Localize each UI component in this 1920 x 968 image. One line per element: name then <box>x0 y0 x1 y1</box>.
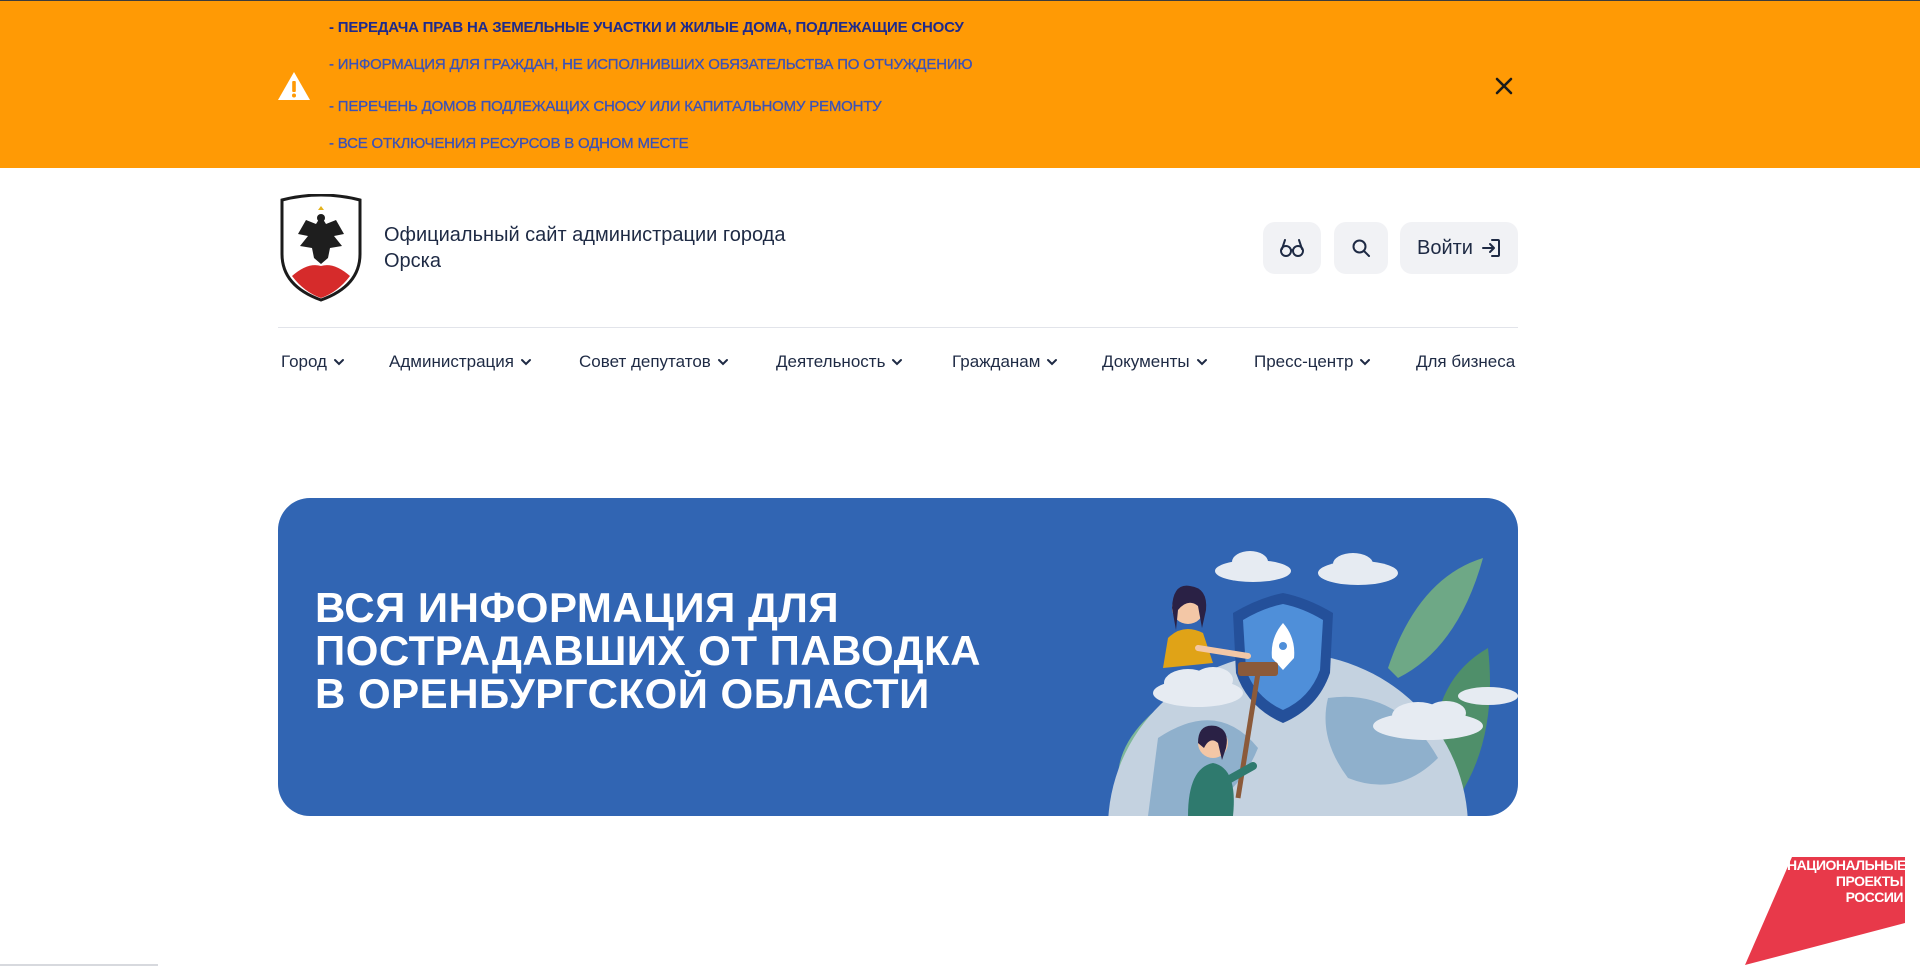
national-projects-line3: РОССИИ <box>1845 889 1904 905</box>
login-button[interactable]: Войти <box>1400 222 1518 274</box>
nav-item-press-center[interactable]: Пресс-центр <box>1254 352 1371 372</box>
nav-item-citizens[interactable]: Гражданам <box>952 352 1058 372</box>
nav-item-business[interactable]: Для бизнеса <box>1416 352 1515 372</box>
nav-item-label: Совет депутатов <box>579 352 711 371</box>
chevron-down-icon <box>1360 359 1371 366</box>
alert-link-outages[interactable]: - ВСЕ ОТКЛЮЧЕНИЯ РЕСУРСОВ В ОДНОМ МЕСТЕ <box>329 135 689 152</box>
search-button[interactable] <box>1334 222 1388 274</box>
login-label: Войти <box>1417 236 1473 259</box>
glasses-icon <box>1280 239 1304 257</box>
flood-info-banner[interactable]: ВСЯ ИНФОРМАЦИЯ ДЛЯ ПОСТРАДАВШИХ ОТ ПАВОД… <box>278 498 1518 816</box>
search-icon <box>1352 239 1370 257</box>
alert-link-demolition-list[interactable]: - ПЕРЕЧЕНЬ ДОМОВ ПОДЛЕЖАЩИХ СНОСУ ИЛИ КА… <box>329 98 882 115</box>
site-header: Официальный сайт администрации города Ор… <box>278 192 1518 330</box>
nav-item-label: Пресс-центр <box>1254 352 1354 371</box>
nav-item-label: Гражданам <box>952 352 1041 371</box>
chevron-down-icon <box>892 359 903 366</box>
site-title-line1: Официальный сайт администрации города <box>384 224 786 246</box>
banner-illustration <box>1108 551 1518 816</box>
nav-item-label: Администрация <box>389 352 514 371</box>
nav-item-label: Для бизнеса <box>1416 352 1516 371</box>
chevron-down-icon <box>1196 359 1207 366</box>
login-icon <box>1481 239 1500 257</box>
nav-item-label: Город <box>281 352 327 371</box>
nav-item-label: Деятельность <box>776 352 886 371</box>
bottom-scroll-indicator <box>0 964 158 966</box>
close-icon[interactable] <box>1492 74 1516 98</box>
national-projects-text: НАЦИОНАЛЬНЫЕ ПРОЕКТЫ РОССИИ <box>1787 855 1907 905</box>
warning-icon <box>278 72 310 100</box>
chevron-down-icon <box>717 359 728 366</box>
main-nav: Город Администрация Совет депутатов Деят… <box>278 352 1528 382</box>
accessibility-button[interactable] <box>1263 222 1321 274</box>
nav-item-activity[interactable]: Деятельность <box>776 352 903 372</box>
header-divider <box>278 327 1518 328</box>
chevron-down-icon <box>333 359 344 366</box>
national-projects-line1: НАЦИОНАЛЬНЫЕ <box>1787 857 1906 873</box>
nav-item-label: Документы <box>1102 352 1190 371</box>
national-projects-logo[interactable]: НАЦИОНАЛЬНЫЕ ПРОЕКТЫ РОССИИ <box>1745 855 1907 967</box>
chevron-down-icon <box>1047 359 1058 366</box>
site-title[interactable]: Официальный сайт администрации города Ор… <box>384 222 824 274</box>
alert-link-land-transfer[interactable]: - ПЕРЕДАЧА ПРАВ НА ЗЕМЕЛЬНЫЕ УЧАСТКИ И Ж… <box>329 19 964 36</box>
city-coat-of-arms-logo[interactable] <box>278 194 364 302</box>
nav-item-administration[interactable]: Администрация <box>389 352 532 372</box>
alert-bar: - ПЕРЕДАЧА ПРАВ НА ЗЕМЕЛЬНЫЕ УЧАСТКИ И Ж… <box>0 0 1920 168</box>
nav-item-documents[interactable]: Документы <box>1102 352 1208 372</box>
national-projects-line2: ПРОЕКТЫ <box>1835 873 1904 889</box>
nav-item-council[interactable]: Совет депутатов <box>579 352 729 372</box>
alert-link-citizens-info[interactable]: - ИНФОРМАЦИЯ ДЛЯ ГРАЖДАН, НЕ ИСПОЛНИВШИХ… <box>329 56 973 73</box>
chevron-down-icon <box>520 359 531 366</box>
nav-item-city[interactable]: Город <box>281 352 345 372</box>
site-title-line2: Орска <box>384 250 441 272</box>
